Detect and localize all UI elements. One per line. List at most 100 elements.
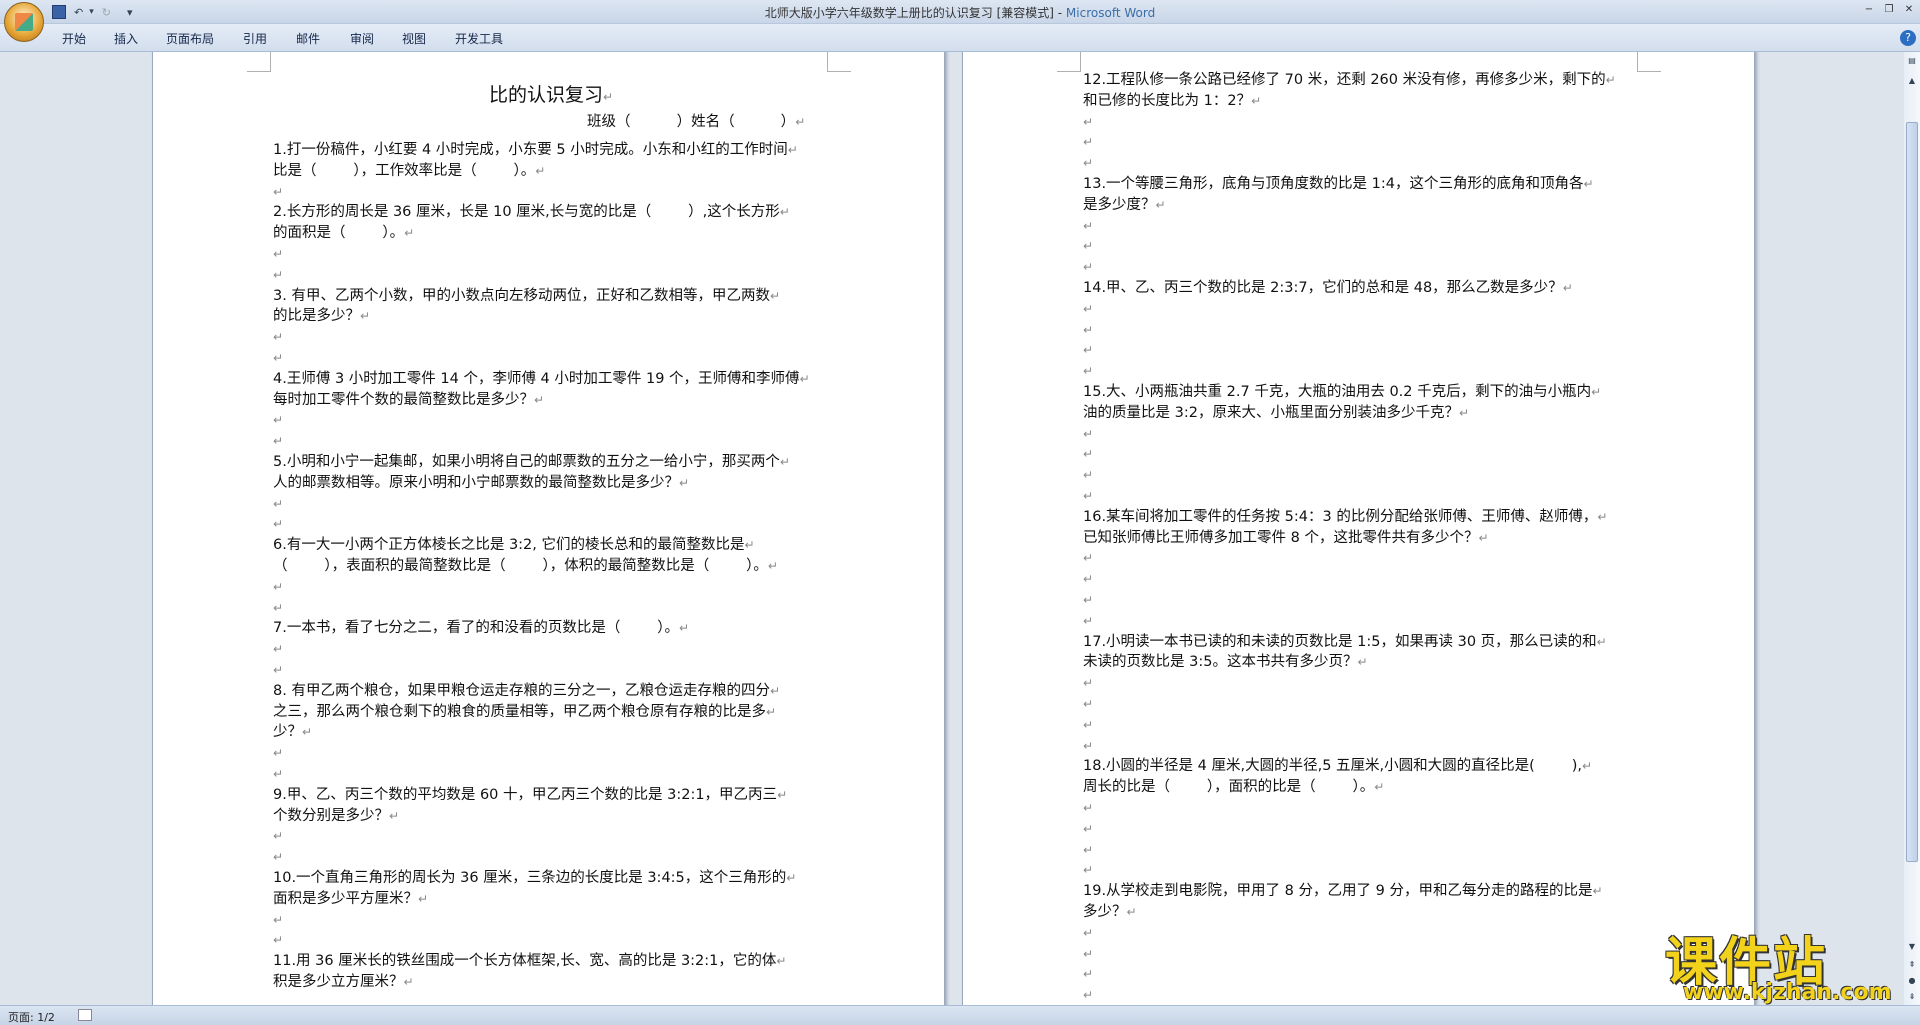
document-line-text: 的比是多少？: [273, 308, 360, 325]
document-line-text: 3. 有甲、乙两个小数，甲的小数点向左移动两位，正好和乙数相等，甲乙两数: [273, 287, 770, 304]
scroll-down-icon[interactable]: ▼: [1905, 940, 1919, 954]
document-line: 10.一个直角三角形的周长为 36 厘米，三条边的长度比是 3:4:5，这个三角…: [273, 868, 796, 889]
tab-page-layout[interactable]: 页面布局: [166, 30, 214, 47]
vertical-scrollbar[interactable]: ▤ ▲ ▼ ⇞ ● ⇟: [1904, 52, 1920, 1005]
paragraph-mark: ↵: [273, 184, 284, 199]
document-line: 12.工程队修一条公路已经修了 70 米，还剩 260 米没有修，再修多少米，剩…: [1083, 70, 1616, 91]
document-line: ↵: [1083, 340, 1093, 361]
document-page-1: 比的认识复习↵ 班级（ ）姓名（ ）↵ 1.打一份稿件，小红要 4 小时完成，小…: [152, 52, 945, 1005]
document-line: ↵: [1083, 964, 1093, 985]
paragraph-mark: ↵: [1083, 551, 1094, 566]
tab-insert[interactable]: 插入: [114, 30, 138, 47]
document-line-text: 17.小明读一本书已读的和未读的页数比是 1:5，如果再读 30 页，那么已读的…: [1083, 633, 1597, 650]
document-line: ↵: [1083, 923, 1093, 944]
document-line: ↵: [1083, 715, 1093, 736]
paragraph-mark: ↵: [777, 787, 788, 802]
paragraph-mark: ↵: [273, 829, 284, 844]
document-line: ↵: [1083, 112, 1093, 133]
previous-page-icon[interactable]: ⇞: [1905, 958, 1919, 972]
tab-mailings[interactable]: 邮件: [296, 30, 320, 47]
document-line: 比是（ ），工作效率比是（ ）。↵: [273, 161, 545, 182]
paragraph-mark: ↵: [678, 621, 690, 636]
restore-icon[interactable]: ❐: [1880, 2, 1898, 18]
paragraph-mark: ↵: [1083, 343, 1094, 358]
document-line: 5.小明和小宁一起集邮，如果小明将自己的邮票数的五分之一给小宁，那买两个↵: [273, 452, 790, 473]
page-count[interactable]: 页面: 1/2: [8, 1009, 55, 1025]
paragraph-mark: ↵: [1458, 405, 1470, 420]
office-button[interactable]: [4, 2, 44, 42]
document-line: 11.用 36 厘米长的铁丝围成一个长方体框架,长、宽、高的比是 3:2:1，它…: [273, 951, 786, 972]
browse-object-icon[interactable]: ●: [1905, 974, 1919, 988]
tab-references[interactable]: 引用: [243, 30, 267, 47]
paragraph-mark: ↵: [1083, 447, 1094, 462]
document-line-text: 6.有一大一小两个正方体棱长之比是 3:2, 它们的棱长总和的最简整数比是: [273, 537, 745, 554]
paragraph-mark: ↵: [1251, 93, 1262, 108]
document-line-text: 油的质量比是 3:2，原来大、小瓶里面分别装油多少千克？: [1083, 404, 1459, 421]
tab-view[interactable]: 视图: [402, 30, 426, 47]
document-line: 之三，那么两个粮仓剩下的粮食的质量相等，甲乙两个粮仓原有存粮的比是多↵: [273, 702, 776, 723]
paragraph-mark: ↵: [787, 143, 798, 157]
tab-developer[interactable]: 开发工具: [455, 30, 503, 47]
paragraph-mark: ↵: [1083, 218, 1094, 233]
document-line-text: 每时加工零件个数的最简整数比是多少？: [273, 391, 534, 408]
document-line: ↵: [273, 577, 283, 598]
minimize-icon[interactable]: −: [1860, 2, 1878, 18]
paragraph-mark: ↵: [389, 808, 400, 823]
document-line: 油的质量比是 3:2，原来大、小瓶里面分别装油多少千克？↵: [1083, 403, 1469, 424]
document-line-text: 已知张师傅比王师傅多加工零件 8 个，这批零件共有多少个？: [1083, 529, 1479, 546]
document-line: 积是多少立方厘米？↵: [273, 972, 414, 993]
document-line: ↵: [273, 847, 283, 868]
document-line: ↵: [1083, 444, 1093, 465]
document-line: 17.小明读一本书已读的和未读的页数比是 1:5，如果再读 30 页，那么已读的…: [1083, 632, 1607, 653]
document-line: ↵: [273, 764, 283, 785]
document-line: ↵: [1083, 985, 1093, 1005]
document-line: ↵: [1083, 361, 1093, 382]
paragraph-mark: ↵: [534, 392, 545, 407]
document-title: 北师大版小学六年级数学上册比的认识复习 [兼容模式] -: [764, 6, 1066, 20]
paragraph-mark: ↵: [1562, 281, 1573, 295]
document-line: 19.从学校走到电影院，甲用了 8 分，乙用了 9 分，甲和乙每分走的路程的比是…: [1083, 881, 1603, 902]
document-line: ↵: [1083, 486, 1093, 507]
ruler-toggle-icon[interactable]: ▤: [1905, 54, 1919, 68]
paragraph-mark: ↵: [1478, 530, 1489, 545]
document-line: （ ），表面积的最简整数比是（ ），体积的最简整数比是（ ）。↵: [273, 556, 778, 577]
proofing-icon[interactable]: [78, 1009, 92, 1021]
document-line: ↵: [273, 743, 283, 764]
paragraph-mark: ↵: [1083, 572, 1094, 587]
paragraph-mark: ↵: [1083, 967, 1094, 982]
document-line: ↵: [1083, 465, 1093, 486]
paragraph-mark: ↵: [1083, 676, 1094, 691]
paragraph-mark: ↵: [1083, 613, 1094, 628]
paragraph-mark: ↵: [1083, 821, 1094, 836]
paragraph-mark: ↵: [1083, 593, 1094, 607]
document-line: ↵: [273, 930, 283, 951]
paragraph-mark: ↵: [273, 600, 284, 615]
paragraph-mark: ↵: [273, 247, 284, 261]
scroll-up-icon[interactable]: ▲: [1905, 74, 1919, 88]
document-line: ↵: [273, 514, 283, 535]
paragraph-mark: ↵: [1155, 197, 1166, 212]
document-line: ↵: [1083, 424, 1093, 445]
tab-home[interactable]: 开始: [62, 30, 86, 47]
document-line-text: 未读的页数比是 3:5。这本书共有多少页？: [1083, 654, 1358, 671]
paragraph-mark: ↵: [273, 767, 284, 781]
tab-review[interactable]: 审阅: [350, 30, 374, 47]
paragraph-mark: ↵: [1605, 73, 1616, 87]
document-line: 面积是多少平方厘米？↵: [273, 889, 428, 910]
paragraph-mark: ↵: [1083, 863, 1094, 878]
paragraph-mark: ↵: [404, 226, 415, 241]
document-line-text: （ ），表面积的最简整数比是（ ），体积的最简整数比是（ ）。: [273, 558, 768, 574]
document-line: ↵: [1083, 216, 1093, 237]
document-line: ↵: [273, 639, 283, 660]
next-page-icon[interactable]: ⇟: [1905, 990, 1919, 1004]
help-icon[interactable]: ?: [1900, 30, 1916, 46]
scrollbar-thumb[interactable]: [1906, 122, 1918, 862]
paragraph-mark: ↵: [1083, 988, 1094, 1003]
paragraph-mark: ↵: [1126, 905, 1137, 919]
document-line: 个数分别是多少？↵: [273, 806, 399, 827]
document-line: 人的邮票数相等。原来小明和小宁邮票数的最简整数比是多少？↵: [273, 473, 689, 494]
paragraph-mark: ↵: [273, 579, 284, 594]
paragraph-mark: ↵: [1597, 509, 1608, 524]
document-line: ↵: [273, 348, 283, 369]
close-icon[interactable]: ✕: [1900, 2, 1918, 18]
